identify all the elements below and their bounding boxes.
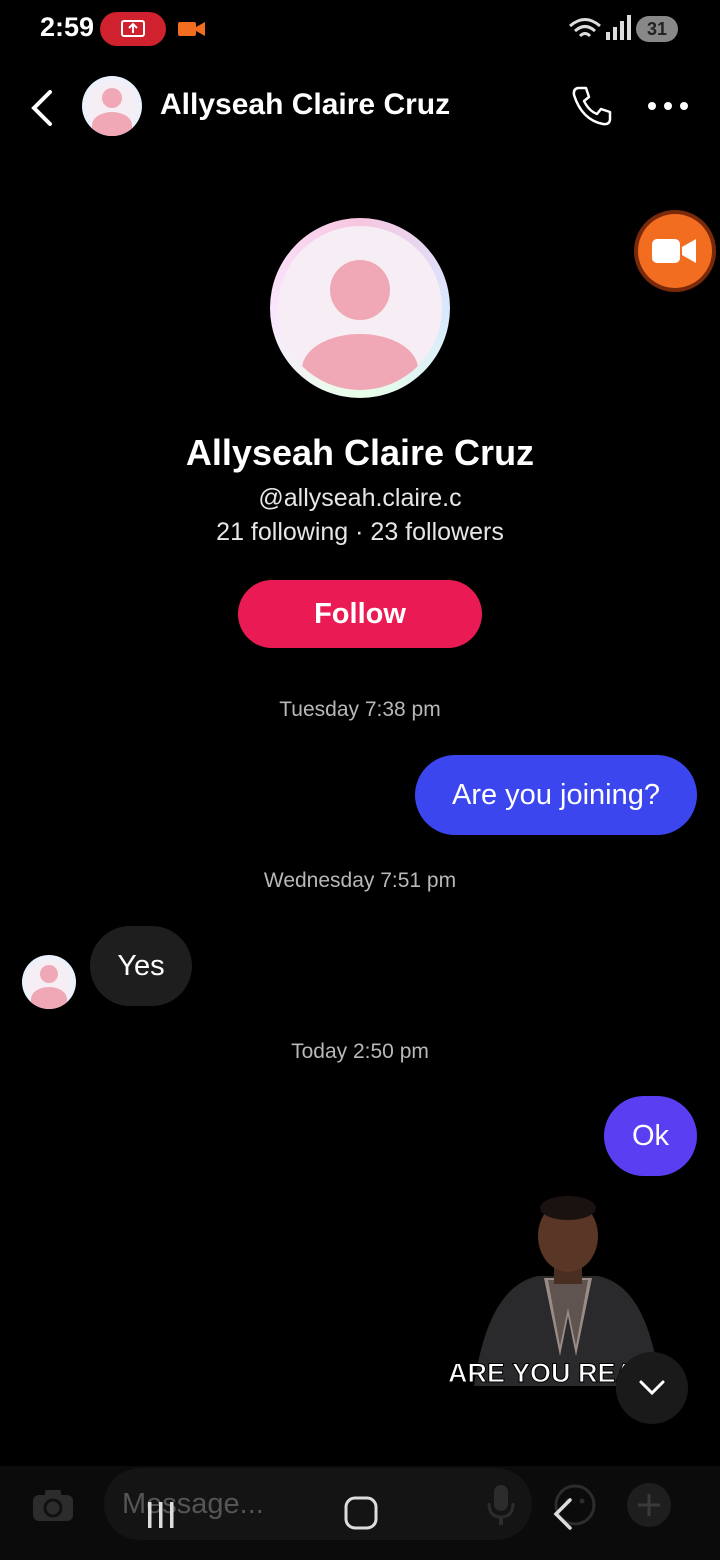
message-timestamp: Wednesday 7:51 pm [263, 869, 457, 892]
status-time: 2:59 [40, 12, 95, 42]
more-options-icon[interactable] [646, 96, 690, 116]
video-recording-icon [178, 22, 205, 36]
plus-icon [627, 1483, 671, 1527]
conversation-title[interactable]: Allyseah Claire Cruz [160, 88, 450, 122]
sender-avatar[interactable] [22, 955, 76, 1009]
incoming-message-bubble[interactable]: Yes [90, 926, 192, 1006]
voice-message-button[interactable] [476, 1480, 526, 1530]
camera-button[interactable] [28, 1480, 78, 1530]
nav-back-icon[interactable] [548, 1496, 578, 1532]
battery-indicator: 31 [636, 16, 678, 42]
follow-button[interactable]: Follow [238, 580, 482, 648]
profile-name: Allyseah Claire Cruz [185, 432, 535, 473]
outgoing-message-bubble[interactable]: Ok [604, 1096, 697, 1176]
video-call-button[interactable] [638, 214, 712, 288]
phone-call-icon[interactable] [570, 84, 614, 128]
wifi-icon [569, 18, 601, 38]
signal-icon [606, 15, 631, 40]
message-timestamp: Today 2:50 pm [291, 1040, 429, 1063]
back-arrow-icon[interactable] [26, 88, 58, 128]
recent-apps-icon[interactable] [144, 1498, 178, 1532]
header-avatar[interactable] [82, 76, 142, 136]
message-timestamp: Tuesday 7:38 pm [279, 698, 441, 721]
profile-stats: 21 following · 23 followers [216, 518, 504, 546]
camera-icon [33, 1490, 73, 1521]
profile-handle: @allyseah.claire.c [258, 484, 462, 512]
home-icon[interactable] [342, 1494, 380, 1532]
add-attachment-button[interactable] [624, 1480, 674, 1530]
gif-caption: ARE YOU REA [447, 1358, 636, 1389]
video-camera-icon [652, 239, 696, 263]
screen-record-indicator [100, 12, 166, 46]
screen-share-icon [121, 20, 145, 37]
outgoing-message-bubble[interactable]: Are you joining? [415, 755, 697, 835]
microphone-icon [487, 1485, 515, 1525]
scroll-to-bottom-button[interactable] [616, 1352, 688, 1424]
profile-avatar[interactable] [270, 218, 450, 398]
chevron-down-icon [639, 1380, 665, 1396]
